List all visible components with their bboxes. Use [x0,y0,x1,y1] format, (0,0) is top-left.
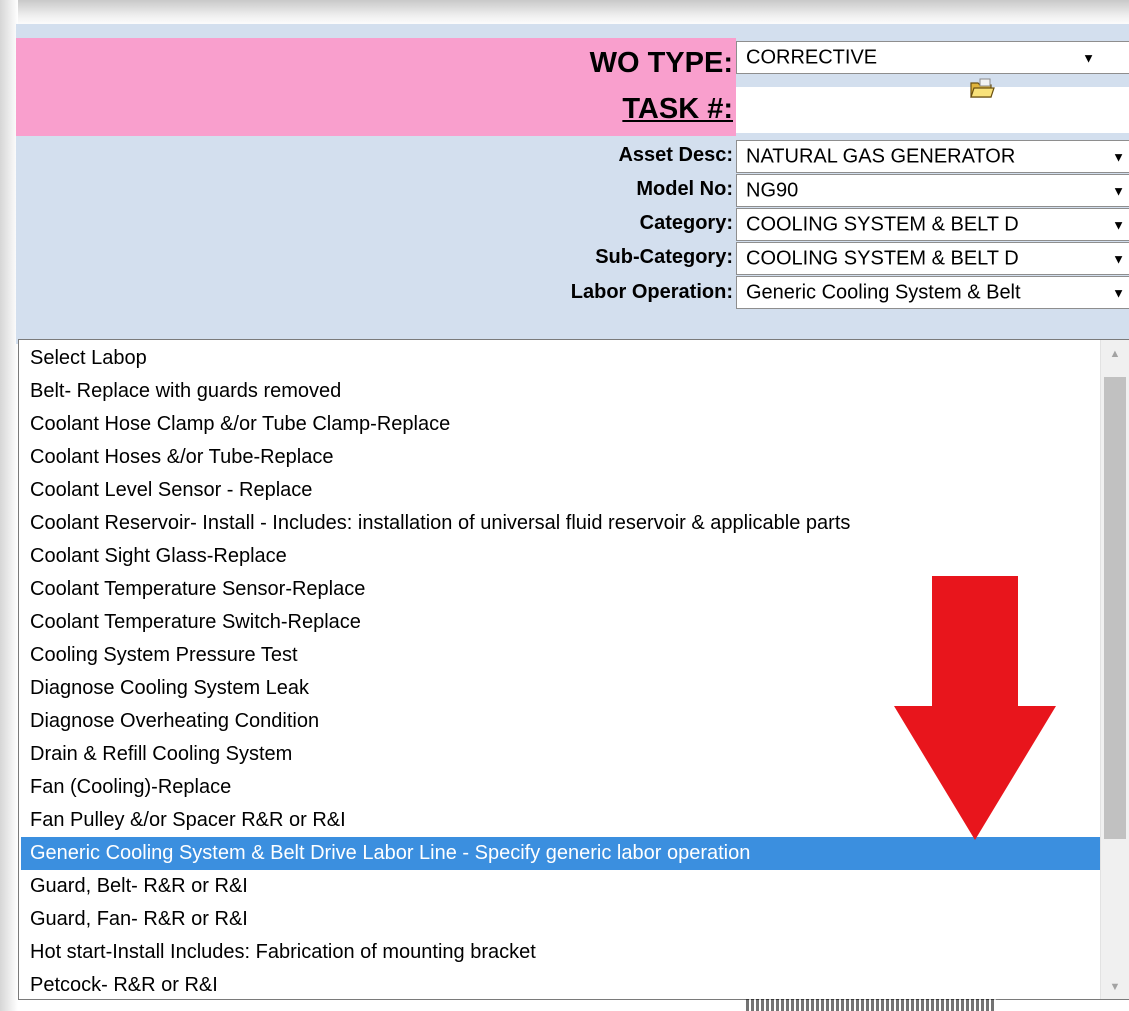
category-select[interactable]: COOLING SYSTEM & BELT D ▼ [736,208,1129,241]
work-order-form: WO TYPE: CORRECTIVE ▼ TASK #: Asset Desc… [16,24,1129,344]
model-no-select[interactable]: NG90 ▼ [736,174,1129,207]
list-item[interactable]: Coolant Hose Clamp &/or Tube Clamp-Repla… [21,408,1101,441]
list-item[interactable]: Coolant Level Sensor - Replace [21,474,1101,507]
list-item[interactable]: Coolant Hoses &/or Tube-Replace [21,441,1101,474]
labor-operation-value: Generic Cooling System & Belt [746,281,1021,303]
list-item[interactable]: Guard, Belt- R&R or R&I [21,870,1101,903]
category-label: Category: [639,212,733,234]
sub-category-select[interactable]: COOLING SYSTEM & BELT D ▼ [736,242,1129,275]
list-item[interactable]: Guard, Fan- R&R or R&I [21,903,1101,936]
model-no-label: Model No: [636,178,733,200]
list-item[interactable]: Coolant Sight Glass-Replace [21,540,1101,573]
wo-type-select[interactable]: CORRECTIVE ▼ [736,41,1129,74]
chevron-down-icon: ▼ [1109,251,1125,266]
labor-operation-select[interactable]: Generic Cooling System & Belt ▼ [736,276,1129,309]
chevron-down-icon: ▼ [1109,285,1125,300]
chevron-down-icon: ▼ [1079,50,1095,65]
task-label: TASK #: [622,93,733,125]
category-value: COOLING SYSTEM & BELT D [746,213,1019,235]
wo-type-label: WO TYPE: [589,47,733,79]
folder-open-icon[interactable] [969,78,995,100]
asset-desc-select[interactable]: NATURAL GAS GENERATOR ▼ [736,140,1129,173]
chevron-down-icon: ▼ [1109,183,1125,198]
task-cell [736,87,1129,133]
scroll-down-icon[interactable]: ▼ [1101,981,1129,993]
window-shadow-top [0,0,1129,26]
labor-operation-label: Labor Operation: [570,281,733,303]
model-no-value: NG90 [746,179,799,201]
scroll-up-icon[interactable]: ▲ [1101,348,1129,360]
asset-desc-value: NATURAL GAS GENERATOR [746,145,1016,167]
list-item[interactable]: Belt- Replace with guards removed [21,375,1101,408]
list-item[interactable]: Hot start-Install Includes: Fabrication … [21,936,1101,969]
asset-desc-label: Asset Desc: [618,144,733,166]
list-item[interactable]: Petcock- R&R or R&I [21,969,1101,999]
chevron-down-icon: ▼ [1109,149,1125,164]
chevron-down-icon: ▼ [1109,217,1125,232]
wo-type-value: CORRECTIVE [746,46,878,68]
scrollbar-thumb[interactable] [1104,377,1126,839]
obscured-text-below [746,999,996,1011]
sub-category-value: COOLING SYSTEM & BELT D [746,247,1019,269]
sub-category-label: Sub-Category: [595,246,733,268]
list-item[interactable]: Select Labop [21,342,1101,375]
list-scrollbar[interactable]: ▲ ▼ [1100,340,1129,999]
red-down-arrow-icon [894,576,1056,840]
list-item[interactable]: Coolant Reservoir- Install - Includes: i… [21,507,1101,540]
